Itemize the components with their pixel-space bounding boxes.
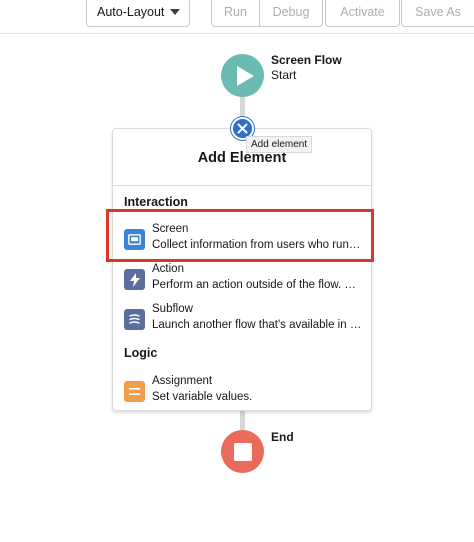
play-icon	[236, 65, 254, 86]
palette-item-subflow[interactable]: Subflow Launch another flow that's avail…	[113, 303, 371, 341]
end-node-title: End	[271, 430, 294, 444]
palette-item-description: Launch another flow that's available in …	[152, 319, 362, 331]
start-node-title: Screen Flow	[271, 53, 342, 67]
palette-item-name: Assignment	[152, 375, 213, 387]
add-element-tooltip: Add element	[246, 136, 313, 153]
chevron-down-icon	[170, 9, 180, 15]
close-icon	[237, 123, 248, 134]
palette-item-description: Perform an action outside of the flow. C…	[152, 279, 362, 291]
palette-item-description: Set variable values.	[152, 391, 253, 403]
subflow-icon	[124, 309, 145, 330]
debug-button[interactable]: Debug	[259, 0, 323, 27]
layout-dropdown-label: Auto-Layout	[97, 4, 165, 19]
palette-item-description: Collect information from users who run t…	[152, 239, 362, 251]
start-node-subtitle: Start	[271, 68, 297, 82]
activate-button[interactable]: Activate	[325, 0, 400, 27]
palette-item-name: Subflow	[152, 303, 193, 315]
end-node[interactable]	[221, 430, 264, 473]
palette-item-screen[interactable]: Screen Collect information from users wh…	[113, 223, 371, 261]
section-label-logic: Logic	[124, 346, 158, 360]
assignment-icon	[124, 381, 145, 402]
toolbar: Auto-Layout Run Debug Activate Save As	[0, 0, 474, 34]
stop-icon	[233, 442, 252, 461]
section-label-interaction: Interaction	[124, 195, 188, 209]
add-element-panel: Add Element Interaction Screen Collect i…	[112, 128, 372, 411]
palette-item-action[interactable]: Action Perform an action outside of the …	[113, 263, 371, 301]
palette-item-name: Action	[152, 263, 184, 275]
connector-end	[240, 410, 245, 432]
lightning-icon	[124, 269, 145, 290]
screen-icon	[124, 229, 145, 250]
palette-item-assignment[interactable]: Assignment Set variable values.	[113, 375, 371, 413]
run-button[interactable]: Run	[211, 0, 260, 27]
start-node[interactable]	[221, 54, 264, 97]
save-as-button[interactable]: Save As	[401, 0, 474, 27]
palette-item-name: Screen	[152, 223, 189, 235]
layout-dropdown[interactable]: Auto-Layout	[86, 0, 190, 27]
